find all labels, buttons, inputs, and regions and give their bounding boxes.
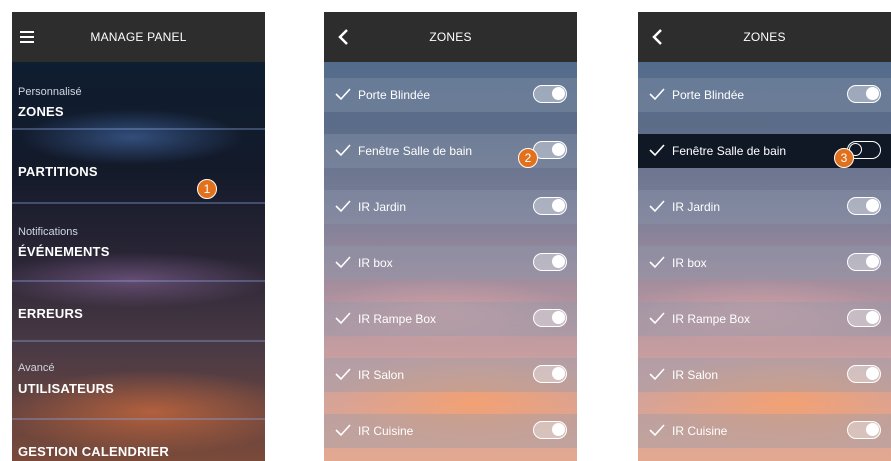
toggle-knob [552,143,565,156]
menu-item-label: ZONES [18,104,64,119]
zone-label: Porte Blindée [358,88,431,102]
zone-toggle[interactable] [847,197,881,215]
toggle-knob [552,87,565,100]
toggle-knob [552,423,565,436]
zone-label: IR Jardin [672,200,721,214]
zone-row[interactable]: IR box [638,246,891,280]
zones-screen-2: ZONES Porte Blindée Fenêtre Salle de bai… [638,12,891,461]
zone-toggle[interactable] [847,365,881,383]
zone-label: IR Salon [672,368,719,382]
checkmark-icon [649,144,665,157]
toggle-knob [552,311,565,324]
zone-toggle[interactable] [847,85,881,103]
menu-item-zones[interactable]: Personnalisé ZONES [12,62,265,126]
zone-toggle[interactable] [533,141,567,159]
zone-label: IR Salon [358,368,405,382]
zone-label: IR box [358,256,393,270]
zone-toggle[interactable] [533,253,567,271]
zone-row[interactable]: Porte Blindée [324,78,577,112]
toggle-knob [866,423,879,436]
zone-row[interactable]: IR Salon [638,358,891,392]
zone-row[interactable]: IR Jardin [324,190,577,224]
toggle-knob [552,255,565,268]
menu-item-subtitle: Notifications [18,226,78,238]
zone-row[interactable]: IR Cuisine [638,414,891,448]
zone-label: Fenêtre Salle de bain [672,144,787,158]
top-bar: ZONES [638,12,891,62]
screen-title: ZONES [743,30,786,44]
checkmark-icon [649,368,665,381]
menu-item-label: ERREURS [18,306,83,321]
checkmark-icon [649,424,665,437]
screen-title: ZONES [429,30,472,44]
toggle-knob [866,367,879,380]
checkmark-icon [335,424,351,437]
menu-item-label: PARTITIONS [18,164,98,179]
step-badge: 2 [518,148,538,168]
checkmark-icon [649,312,665,325]
hamburger-icon[interactable] [20,31,34,43]
zone-row[interactable]: IR box [324,246,577,280]
top-bar: ZONES [324,12,577,62]
menu-item-subtitle: Personnalisé [18,86,82,98]
menu-item-label: GESTION CALENDRIER [18,444,169,459]
step-badge: 1 [197,179,217,199]
step-badge: 3 [834,148,854,168]
zone-toggle[interactable] [847,309,881,327]
menu-item-utilisateurs[interactable]: Avancé UTILISATEURS [12,342,265,412]
toggle-knob [552,367,565,380]
zone-label: IR box [672,256,707,270]
zone-row-selected[interactable]: Fenêtre Salle de bain [638,134,891,168]
screen-title: MANAGE PANEL [90,30,187,44]
zone-row[interactable]: IR Cuisine [324,414,577,448]
checkmark-icon [335,368,351,381]
menu-item-evenements[interactable]: Notifications ÉVÉNEMENTS [12,204,265,274]
zone-toggle[interactable] [847,421,881,439]
zone-label: IR Rampe Box [358,312,437,326]
zone-label: IR Cuisine [672,424,728,438]
zone-row[interactable]: Porte Blindée [638,78,891,112]
zone-toggle[interactable] [533,309,567,327]
menu-item-gestion-calendrier[interactable]: GESTION CALENDRIER [12,420,265,461]
zone-row[interactable]: IR Salon [324,358,577,392]
zone-label: IR Jardin [358,200,407,214]
zone-toggle[interactable] [533,421,567,439]
checkmark-icon [335,200,351,213]
zone-row[interactable]: IR Rampe Box [638,302,891,336]
zone-toggle[interactable] [533,85,567,103]
checkmark-icon [649,200,665,213]
checkmark-icon [335,312,351,325]
toggle-knob [866,255,879,268]
zone-toggle[interactable] [533,197,567,215]
back-arrow-icon[interactable] [334,27,354,47]
toggle-knob [866,87,879,100]
checkmark-icon [335,88,351,101]
zone-label: Porte Blindée [672,88,745,102]
menu-item-erreurs[interactable]: ERREURS [12,282,265,346]
zones-screen-1: ZONES Porte Blindée Fenêtre Salle de bai… [324,12,577,461]
manage-panel-screen: MANAGE PANEL Personnalisé ZONES PARTITIO… [12,12,265,461]
menu-item-subtitle: Avancé [18,362,55,374]
zone-toggle[interactable] [533,365,567,383]
toggle-knob [552,199,565,212]
zone-row[interactable]: IR Jardin [638,190,891,224]
checkmark-icon [335,144,351,157]
back-arrow-icon[interactable] [648,27,668,47]
menu-item-label: UTILISATEURS [18,381,115,396]
zone-row[interactable]: IR Rampe Box [324,302,577,336]
menu-item-label: ÉVÉNEMENTS [18,244,110,259]
checkmark-icon [649,256,665,269]
zone-label: IR Cuisine [358,424,414,438]
zone-row[interactable]: Fenêtre Salle de bain [324,134,577,168]
menu-item-partitions[interactable]: PARTITIONS [12,130,265,190]
zone-label: IR Rampe Box [672,312,751,326]
checkmark-icon [335,256,351,269]
checkmark-icon [649,88,665,101]
toggle-knob [866,311,879,324]
zone-label: Fenêtre Salle de bain [358,144,473,158]
zone-toggle[interactable] [847,253,881,271]
toggle-knob [866,199,879,212]
top-bar: MANAGE PANEL [12,12,265,62]
